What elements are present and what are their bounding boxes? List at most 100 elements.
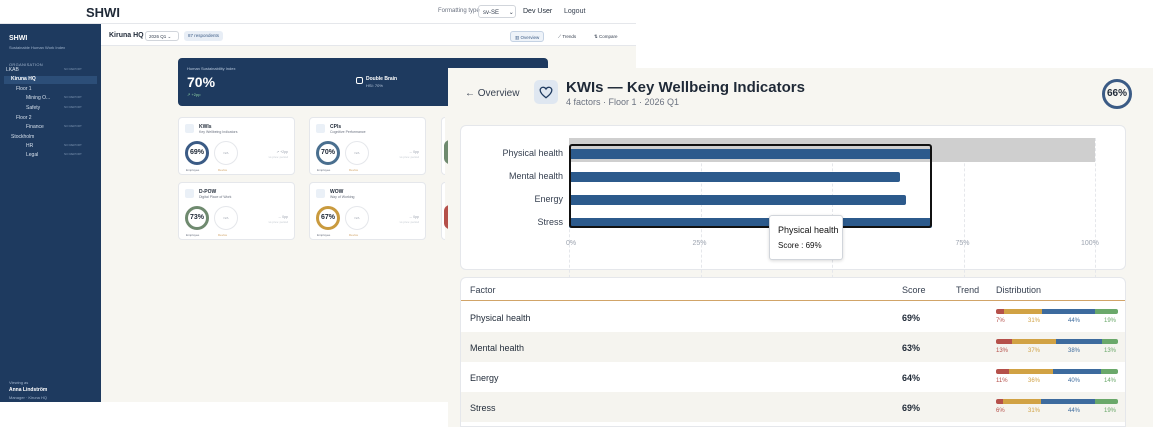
- user-name: Dev User: [523, 8, 553, 15]
- distribution-bar: [996, 309, 1118, 314]
- distribution-segment: [1056, 339, 1103, 344]
- distribution-label: 7%: [996, 318, 1005, 324]
- device-label: Device: [218, 168, 228, 172]
- selection-outline: [569, 144, 932, 228]
- sidebar-item[interactable]: Kiruna HQ: [4, 76, 97, 84]
- distribution-segment: [1011, 339, 1057, 344]
- quarter-value: 2026 Q1: [149, 34, 167, 39]
- device-label: Device: [349, 168, 359, 172]
- sidebar-item[interactable]: Finance NO REPORT: [0, 124, 101, 132]
- card-change: → 0pp: [408, 215, 419, 219]
- back-to-overview-link[interactable]: ← Overview: [465, 88, 519, 99]
- viewer-name: Anna Lindström: [9, 387, 48, 393]
- sidebar-item[interactable]: Mining O... NO REPORT: [0, 95, 101, 103]
- col-distribution: Distribution: [996, 285, 1042, 295]
- sidebar-item[interactable]: LKAB NO REPORT: [0, 67, 101, 75]
- chevron-down-icon: ⌄: [167, 34, 172, 39]
- distribution-bar: [996, 369, 1118, 374]
- tab-trends[interactable]: ⟋ Trends: [554, 31, 580, 42]
- table-row[interactable]: Energy 64% 11% 36% 40% 14%: [461, 362, 1125, 392]
- device-label: Device: [349, 233, 359, 237]
- sidebar-item[interactable]: Legal NO REPORT: [0, 152, 101, 160]
- distribution-bar: [996, 339, 1118, 344]
- distribution-bar: [996, 399, 1118, 404]
- sidebar-item[interactable]: HR NO REPORT: [0, 143, 101, 151]
- y-category-label: Stress: [537, 217, 563, 227]
- distribution-segment: [1094, 399, 1118, 404]
- distribution-label: 36%: [1028, 378, 1041, 384]
- card-partial[interactable]: [441, 182, 450, 240]
- formatting-label: Formatting type: [438, 8, 480, 14]
- sidebar-item[interactable]: Floor 2: [0, 115, 101, 123]
- sidebar-item-label: Kiruna HQ: [11, 76, 36, 82]
- factor-score: 64%: [902, 373, 921, 383]
- factor-name: Energy: [470, 373, 499, 383]
- distribution-segment: [1041, 309, 1096, 314]
- double-brain-sub: HSI: 70%: [366, 83, 383, 88]
- distribution-segment: [996, 339, 1012, 344]
- distribution-segment: [996, 309, 1005, 314]
- distribution-segment: [1009, 369, 1053, 374]
- distribution-label: 6%: [996, 408, 1005, 414]
- device-score-ring: N/A: [345, 141, 369, 165]
- quarter-select[interactable]: 2026 Q1 ⌄: [145, 31, 179, 41]
- gridline: [1095, 138, 1096, 288]
- index-icon: [185, 124, 194, 133]
- formatting-select[interactable]: sv-SE ⌄: [478, 5, 516, 18]
- table-row[interactable]: Physical health 69% 7% 31% 44% 19%: [461, 302, 1125, 332]
- index-card-cpis[interactable]: CPIs Cognitive Performance 70% N/A Employee D…: [309, 117, 426, 175]
- employee-label: Employee: [317, 233, 331, 237]
- employee-score-ring: 70%: [316, 141, 340, 165]
- respondents-badge: 87 respondents: [184, 31, 224, 41]
- x-tick-label: 25%: [692, 240, 707, 247]
- factor-score: 69%: [902, 403, 921, 413]
- card-partial[interactable]: [441, 117, 450, 175]
- x-tick-label: 75%: [955, 240, 970, 247]
- device-score-ring: N/A: [214, 206, 238, 230]
- no-report-badge: NO REPORT: [64, 152, 82, 156]
- panel-subtitle: 4 factors · Floor 1 · 2026 Q1: [566, 97, 680, 107]
- table-row[interactable]: Mental health 63% 13% 37% 38% 13%: [461, 332, 1125, 362]
- card-prev-period: vs prev. period: [399, 155, 419, 159]
- x-tick-label: 0%: [566, 240, 577, 247]
- distribution-label: 44%: [1068, 408, 1081, 414]
- card-change: → 0pp: [277, 215, 288, 219]
- sidebar-item[interactable]: Floor 1: [0, 86, 101, 94]
- tooltip-value: Score : 69%: [778, 241, 822, 250]
- logout-link[interactable]: Logout: [564, 8, 585, 15]
- location-title: Kiruna HQ: [109, 32, 144, 39]
- sidebar-title: SHWI: [9, 35, 28, 42]
- sidebar-item-label: Mining O...: [26, 95, 51, 101]
- viewer-role: Manager · Kiruna HQ: [9, 395, 48, 400]
- overall-score-ring: 66%: [1102, 79, 1132, 109]
- sidebar-item-label: LKAB: [6, 67, 19, 73]
- sidebar: SHWI Sustainable Human Work Index ORGANI…: [0, 24, 101, 402]
- sidebar-item[interactable]: Stockholm: [0, 134, 101, 142]
- index-card-d-pow[interactable]: D-POW Digital Place of Work 73% N/A Employee…: [178, 182, 295, 240]
- sidebar-item[interactable]: Safety NO REPORT: [0, 105, 101, 113]
- distribution-segment: [1004, 309, 1042, 314]
- factor-table: Factor Score Trend Distribution Physical…: [460, 277, 1126, 427]
- sidebar-item-label: Legal: [26, 152, 39, 158]
- tab-overview[interactable]: ▥ Overview: [510, 31, 545, 42]
- factor-bar-chart: 0%25%50%75%100%Physical healthMental hea…: [460, 125, 1126, 288]
- distribution-segment: [1101, 369, 1118, 374]
- viewing-as-label: Viewing as: [9, 380, 29, 385]
- panel-title: KWIs — Key Wellbeing Indicators: [566, 79, 805, 96]
- top-bar: SHWI Formatting type sv-SE ⌄ Dev User Lo…: [0, 0, 636, 24]
- table-row[interactable]: Stress 69% 6% 31% 44% 19%: [461, 392, 1125, 422]
- index-card-wow[interactable]: WOW Way of Working 67% N/A Employee Device → 0…: [309, 182, 426, 240]
- sidebar-item-label: Finance: [26, 124, 44, 130]
- distribution-label: 11%: [996, 378, 1008, 384]
- tab-overview-label: Overview: [520, 35, 540, 40]
- index-card-kwis[interactable]: KWIs Key Wellbeing Indicators 69% N/A Employ…: [178, 117, 295, 175]
- index-icon: [316, 189, 325, 198]
- col-factor: Factor: [470, 285, 496, 295]
- trend-icon: ⟋: [558, 34, 562, 39]
- card-change: → 0pp: [408, 150, 419, 154]
- tab-compare[interactable]: ⇅ Compare: [590, 31, 622, 42]
- distribution-segment: [996, 369, 1010, 374]
- chart-tooltip: Physical health Score : 69%: [769, 215, 843, 260]
- employee-score-ring: 67%: [316, 206, 340, 230]
- device-score-ring: N/A: [214, 141, 238, 165]
